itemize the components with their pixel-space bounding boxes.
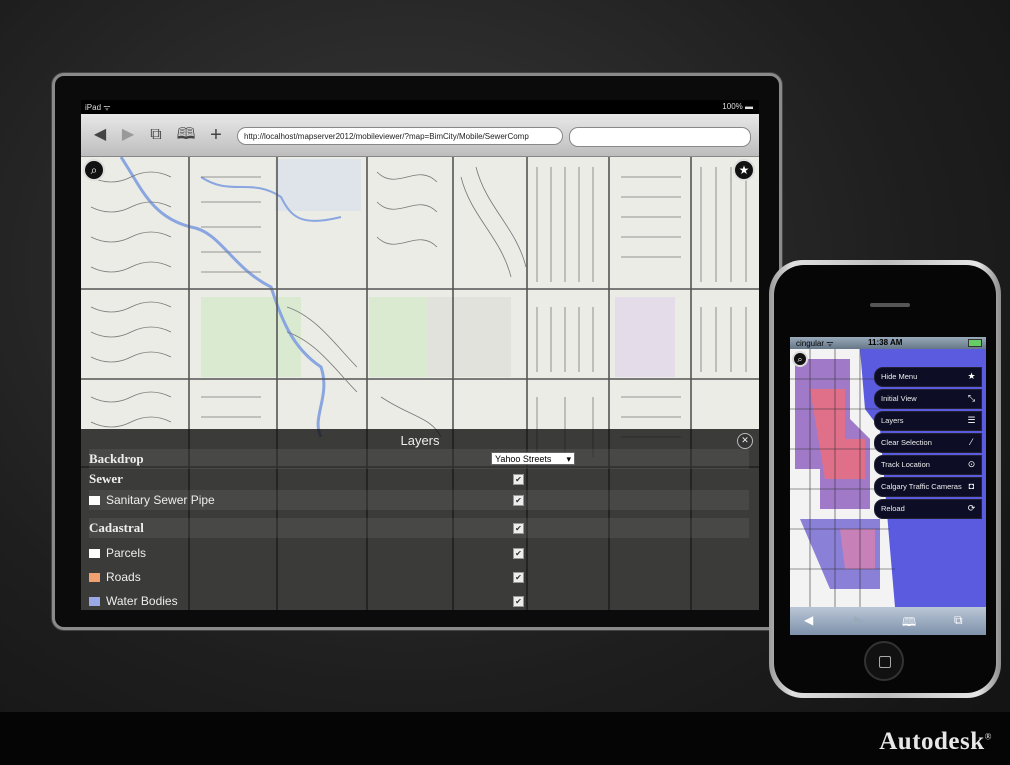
layer-label: Roads xyxy=(106,570,141,584)
street-map[interactable]: ⌕ ★ Layers ✕ Backdrop Yahoo Streets ▾ Se… xyxy=(81,157,759,610)
layer-checkbox[interactable]: ✔ xyxy=(513,572,524,583)
layers-title: Layers xyxy=(400,433,440,448)
layer-label: Parcels xyxy=(106,546,147,560)
layer-row: Roads ✔ xyxy=(89,567,749,587)
pages-icon[interactable]: ⧉ xyxy=(954,613,963,628)
iphone-device: cingular ᯤ 11:38 AM ⌕ Hide Menu ★ Initia… xyxy=(769,260,1001,698)
close-icon[interactable]: ✕ xyxy=(737,433,753,449)
group-header: Cadastral ✔ xyxy=(89,518,749,538)
forward-icon[interactable]: ▶ xyxy=(854,613,863,627)
layer-label: Water Bodies xyxy=(106,594,178,608)
speaker-grille xyxy=(870,303,910,307)
camera-icon: ◘ xyxy=(968,481,975,491)
bookmarks-icon[interactable]: 🕮 xyxy=(902,613,916,634)
bookmarks-icon[interactable]: 🕮 xyxy=(175,124,197,146)
ipad-screen: iPad ᯤ 100% ▬ ◀ ▶ ⧉ 🕮 + http://localhost… xyxy=(81,100,759,610)
arrow-icon: ⤡ xyxy=(967,393,976,403)
search-map-icon[interactable]: ⌕ xyxy=(83,159,105,181)
back-icon[interactable]: ◀ xyxy=(804,613,813,627)
group-checkbox[interactable]: ✔ xyxy=(513,474,524,485)
menu-item-reload[interactable]: Reload ⟳ xyxy=(874,499,982,519)
layer-label: Sanitary Sewer Pipe xyxy=(106,493,215,507)
reload-icon: ⟳ xyxy=(967,503,976,513)
iphone-body: cingular ᯤ 11:38 AM ⌕ Hide Menu ★ Initia… xyxy=(774,265,996,693)
star-menu-icon[interactable]: ★ xyxy=(733,159,755,181)
menu-item-layers[interactable]: Layers ☰ xyxy=(874,411,982,431)
backdrop-select[interactable]: Yahoo Streets ▾ xyxy=(491,452,575,465)
back-icon[interactable]: ◀ xyxy=(89,124,111,146)
layers-panel: Layers ✕ Backdrop Yahoo Streets ▾ Sewer … xyxy=(81,429,759,610)
layer-checkbox[interactable]: ✔ xyxy=(513,548,524,559)
battery-icon xyxy=(968,339,982,347)
menu-item-traffic-cameras[interactable]: Calgary Traffic Cameras ◘ xyxy=(874,477,982,497)
carrier-label: cingular ᯤ xyxy=(796,339,834,348)
home-button[interactable] xyxy=(864,641,904,681)
layer-swatch xyxy=(89,496,100,505)
menu-item-hide-menu[interactable]: Hide Menu ★ xyxy=(874,367,982,387)
chevron-down-icon: ▾ xyxy=(566,454,571,464)
device-label: iPad ᯤ xyxy=(85,103,111,112)
layer-checkbox[interactable]: ✔ xyxy=(513,495,524,506)
layer-swatch xyxy=(89,573,100,582)
layer-swatch xyxy=(89,549,100,558)
menu-item-initial-view[interactable]: Initial View ⤡ xyxy=(874,389,982,409)
url-field[interactable]: http://localhost/mapserver2012/mobilevie… xyxy=(237,127,563,145)
backdrop-row: Backdrop Yahoo Streets ▾ xyxy=(89,449,749,469)
eraser-icon: ⁄ xyxy=(970,437,973,447)
forward-icon[interactable]: ▶ xyxy=(117,124,139,146)
presentation-slide: iPad ᯤ 100% ▬ ◀ ▶ ⧉ 🕮 + http://localhost… xyxy=(0,0,1010,765)
layer-row: Sanitary Sewer Pipe ✔ xyxy=(89,490,749,510)
autodesk-logo: Autodesk® xyxy=(879,728,992,755)
ipad-device: iPad ᯤ 100% ▬ ◀ ▶ ⧉ 🕮 + http://localhost… xyxy=(52,73,782,630)
iphone-map[interactable]: ⌕ Hide Menu ★ Initial View ⤡ Layers ☰ Clear… xyxy=(790,349,986,607)
layer-row: Water Bodies ✔ xyxy=(89,591,749,610)
search-field[interactable] xyxy=(569,127,751,147)
search-map-icon[interactable]: ⌕ xyxy=(792,351,808,367)
group-checkbox[interactable]: ✔ xyxy=(513,523,524,534)
backdrop-label: Backdrop xyxy=(89,451,144,466)
time-label: 11:38 AM xyxy=(868,338,903,347)
list-icon: ☰ xyxy=(967,415,976,425)
target-icon: ⊙ xyxy=(967,459,976,469)
footer-bar xyxy=(0,712,1010,765)
pages-icon[interactable]: ⧉ xyxy=(145,124,167,146)
menu-item-clear-selection[interactable]: Clear Selection ⁄ xyxy=(874,433,982,453)
menu-item-track-location[interactable]: Track Location ⊙ xyxy=(874,455,982,475)
iphone-menu: Hide Menu ★ Initial View ⤡ Layers ☰ Clear S… xyxy=(874,367,982,521)
layer-swatch xyxy=(89,597,100,606)
ipad-status-bar: iPad ᯤ 100% ▬ xyxy=(81,100,759,114)
iphone-safari-bar: ◀ ▶ 🕮 ⧉ xyxy=(790,607,986,635)
layer-checkbox[interactable]: ✔ xyxy=(513,596,524,607)
iphone-status-bar: cingular ᯤ 11:38 AM xyxy=(790,337,986,349)
group-header: Sewer ✔ xyxy=(89,469,749,489)
safari-toolbar: ◀ ▶ ⧉ 🕮 + http://localhost/mapserver2012… xyxy=(81,114,759,157)
layer-row: Parcels ✔ xyxy=(89,543,749,563)
star-icon: ★ xyxy=(967,371,976,381)
iphone-screen: cingular ᯤ 11:38 AM ⌕ Hide Menu ★ Initia… xyxy=(790,337,986,635)
add-icon[interactable]: + xyxy=(205,124,227,146)
battery-label: 100% ▬ xyxy=(722,102,753,111)
